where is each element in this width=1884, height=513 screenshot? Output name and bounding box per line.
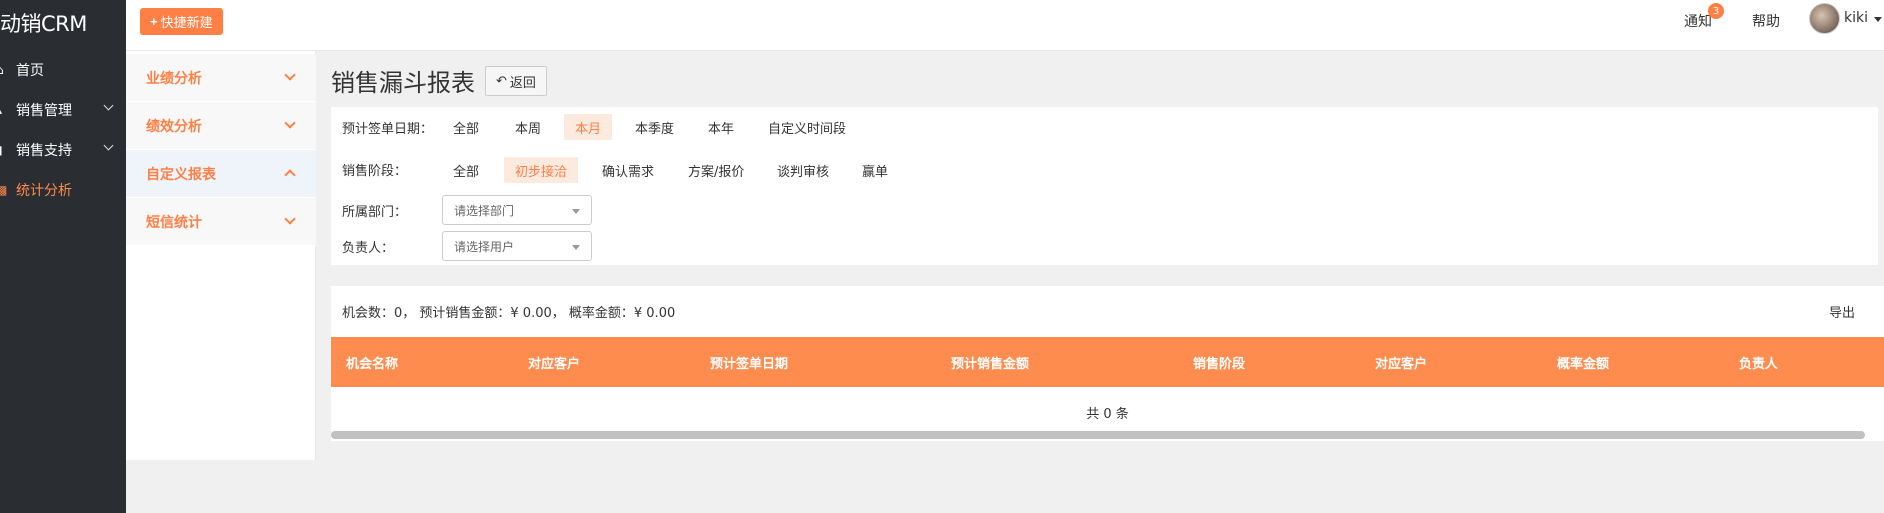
column-header[interactable]: 机会名称 <box>346 353 398 372</box>
stage-option-won[interactable]: 赢单 <box>851 157 899 183</box>
column-header[interactable]: 负责人 <box>1739 353 1778 372</box>
submenu-item-sms-stats[interactable]: 短信统计 <box>126 198 316 246</box>
submenu-item-label: 自定义报表 <box>146 166 216 183</box>
results-panel: 机会数：0， 预计销售金额：¥ 0.00， 概率金额：¥ 0.00 导出 机会名… <box>331 286 1884 441</box>
chevron-up-icon <box>284 169 296 181</box>
submenu-item-kpi[interactable]: 绩效分析 <box>126 102 316 150</box>
support-icon: ▮ <box>0 143 14 157</box>
owner-select[interactable]: 请选择用户 <box>442 231 592 261</box>
sidebar-item-statistics[interactable]: ▩ 统计分析 <box>0 170 126 210</box>
sidebar-item-label: 销售管理 <box>16 103 72 119</box>
date-option-all[interactable]: 全部 <box>442 114 490 140</box>
chevron-down-icon <box>284 117 296 129</box>
notify-badge: 3 <box>1708 3 1724 19</box>
chart-icon: ▴ <box>0 103 14 117</box>
column-header[interactable]: 对应客户 <box>1375 353 1427 372</box>
help-link[interactable]: 帮助 <box>1752 11 1780 31</box>
column-header[interactable]: 对应客户 <box>528 353 580 372</box>
home-icon: ⌂ <box>0 63 14 77</box>
sidebar-item-label: 统计分析 <box>16 183 72 199</box>
sidebar-item-sales-support[interactable]: ▮ 销售支持 <box>0 130 126 170</box>
stage-option-all[interactable]: 全部 <box>442 157 490 183</box>
reply-arrow-icon: ↶ <box>496 73 507 88</box>
quick-new-button[interactable]: + 快捷新建 <box>140 8 223 35</box>
brand-logo[interactable]: 动销CRM <box>0 8 87 38</box>
summary-text: 机会数：0， 预计销售金额：¥ 0.00， 概率金额：¥ 0.00 <box>342 306 676 321</box>
main-sidebar: 动销CRM ⌂ 首页 ▴ 销售管理 ▮ 销售支持 ▩ 统计分析 <box>0 0 126 513</box>
caret-down-icon <box>572 209 580 214</box>
date-option-month[interactable]: 本月 <box>564 114 613 140</box>
back-label: 返回 <box>509 74 536 90</box>
stage-option-initial-contact[interactable]: 初步接洽 <box>504 157 579 183</box>
stats-icon: ▩ <box>0 183 8 197</box>
owner-filter-label: 负责人： <box>342 241 395 256</box>
chevron-down-icon <box>103 100 114 111</box>
sidebar-item-label: 首页 <box>16 63 44 79</box>
sidebar-item-sales-management[interactable]: ▴ 销售管理 <box>0 90 126 130</box>
stage-option-negotiation[interactable]: 谈判审核 <box>766 157 840 183</box>
dept-select[interactable]: 请选择部门 <box>442 195 592 225</box>
filter-panel: 预计签单日期： 全部 本周 本月 本季度 本年 自定义时间段 销售阶段： 全部 … <box>331 107 1878 265</box>
date-option-week[interactable]: 本周 <box>504 114 552 140</box>
column-header[interactable]: 预计签单日期 <box>710 353 788 372</box>
dept-select-placeholder: 请选择部门 <box>454 203 515 218</box>
stage-option-confirm-needs[interactable]: 确认需求 <box>591 157 665 183</box>
dept-filter-label: 所属部门： <box>342 205 408 220</box>
stage-filter-label: 销售阶段： <box>342 164 408 179</box>
date-option-quarter[interactable]: 本季度 <box>624 114 685 140</box>
back-button[interactable]: ↶ 返回 <box>485 66 547 96</box>
column-header[interactable]: 预计销售金额 <box>951 353 1029 372</box>
submenu-item-performance[interactable]: 业绩分析 <box>126 54 316 102</box>
page-title: 销售漏斗报表 <box>331 69 475 97</box>
date-filter-label: 预计签单日期： <box>342 122 434 137</box>
owner-select-placeholder: 请选择用户 <box>454 239 515 254</box>
chevron-down-icon <box>284 69 296 81</box>
table-header: 机会名称 对应客户 预计签单日期 预计销售金额 销售阶段 对应客户 概率金额 负… <box>331 337 1884 387</box>
column-header[interactable]: 销售阶段 <box>1193 353 1245 372</box>
top-header: + 快捷新建 通知 3 帮助 kiki <box>126 0 1884 51</box>
table-total: 共 0 条 <box>1086 407 1129 422</box>
quick-new-label: 快捷新建 <box>160 15 213 30</box>
submenu-item-label: 绩效分析 <box>146 118 202 135</box>
date-option-custom[interactable]: 自定义时间段 <box>757 114 857 140</box>
submenu-item-custom-report[interactable]: 自定义报表 <box>126 150 316 198</box>
horizontal-scrollbar[interactable] <box>331 431 1865 439</box>
stage-option-proposal[interactable]: 方案/报价 <box>677 157 755 183</box>
chevron-down-icon <box>284 213 296 225</box>
username[interactable]: kiki <box>1844 10 1868 26</box>
column-header[interactable]: 概率金额 <box>1557 353 1609 372</box>
avatar[interactable] <box>1809 3 1840 34</box>
caret-down-icon[interactable] <box>1874 17 1882 22</box>
submenu-item-label: 业绩分析 <box>146 70 202 87</box>
caret-down-icon <box>572 245 580 250</box>
sidebar-item-label: 销售支持 <box>16 143 72 159</box>
plus-icon: + <box>150 14 158 29</box>
chevron-down-icon <box>103 140 114 151</box>
export-link[interactable]: 导出 <box>1829 302 1855 321</box>
sidebar-item-home[interactable]: ⌂ 首页 <box>0 50 126 90</box>
date-option-year[interactable]: 本年 <box>697 114 745 140</box>
submenu-item-label: 短信统计 <box>146 214 202 231</box>
report-submenu: 业绩分析 绩效分析 自定义报表 短信统计 <box>126 51 316 460</box>
